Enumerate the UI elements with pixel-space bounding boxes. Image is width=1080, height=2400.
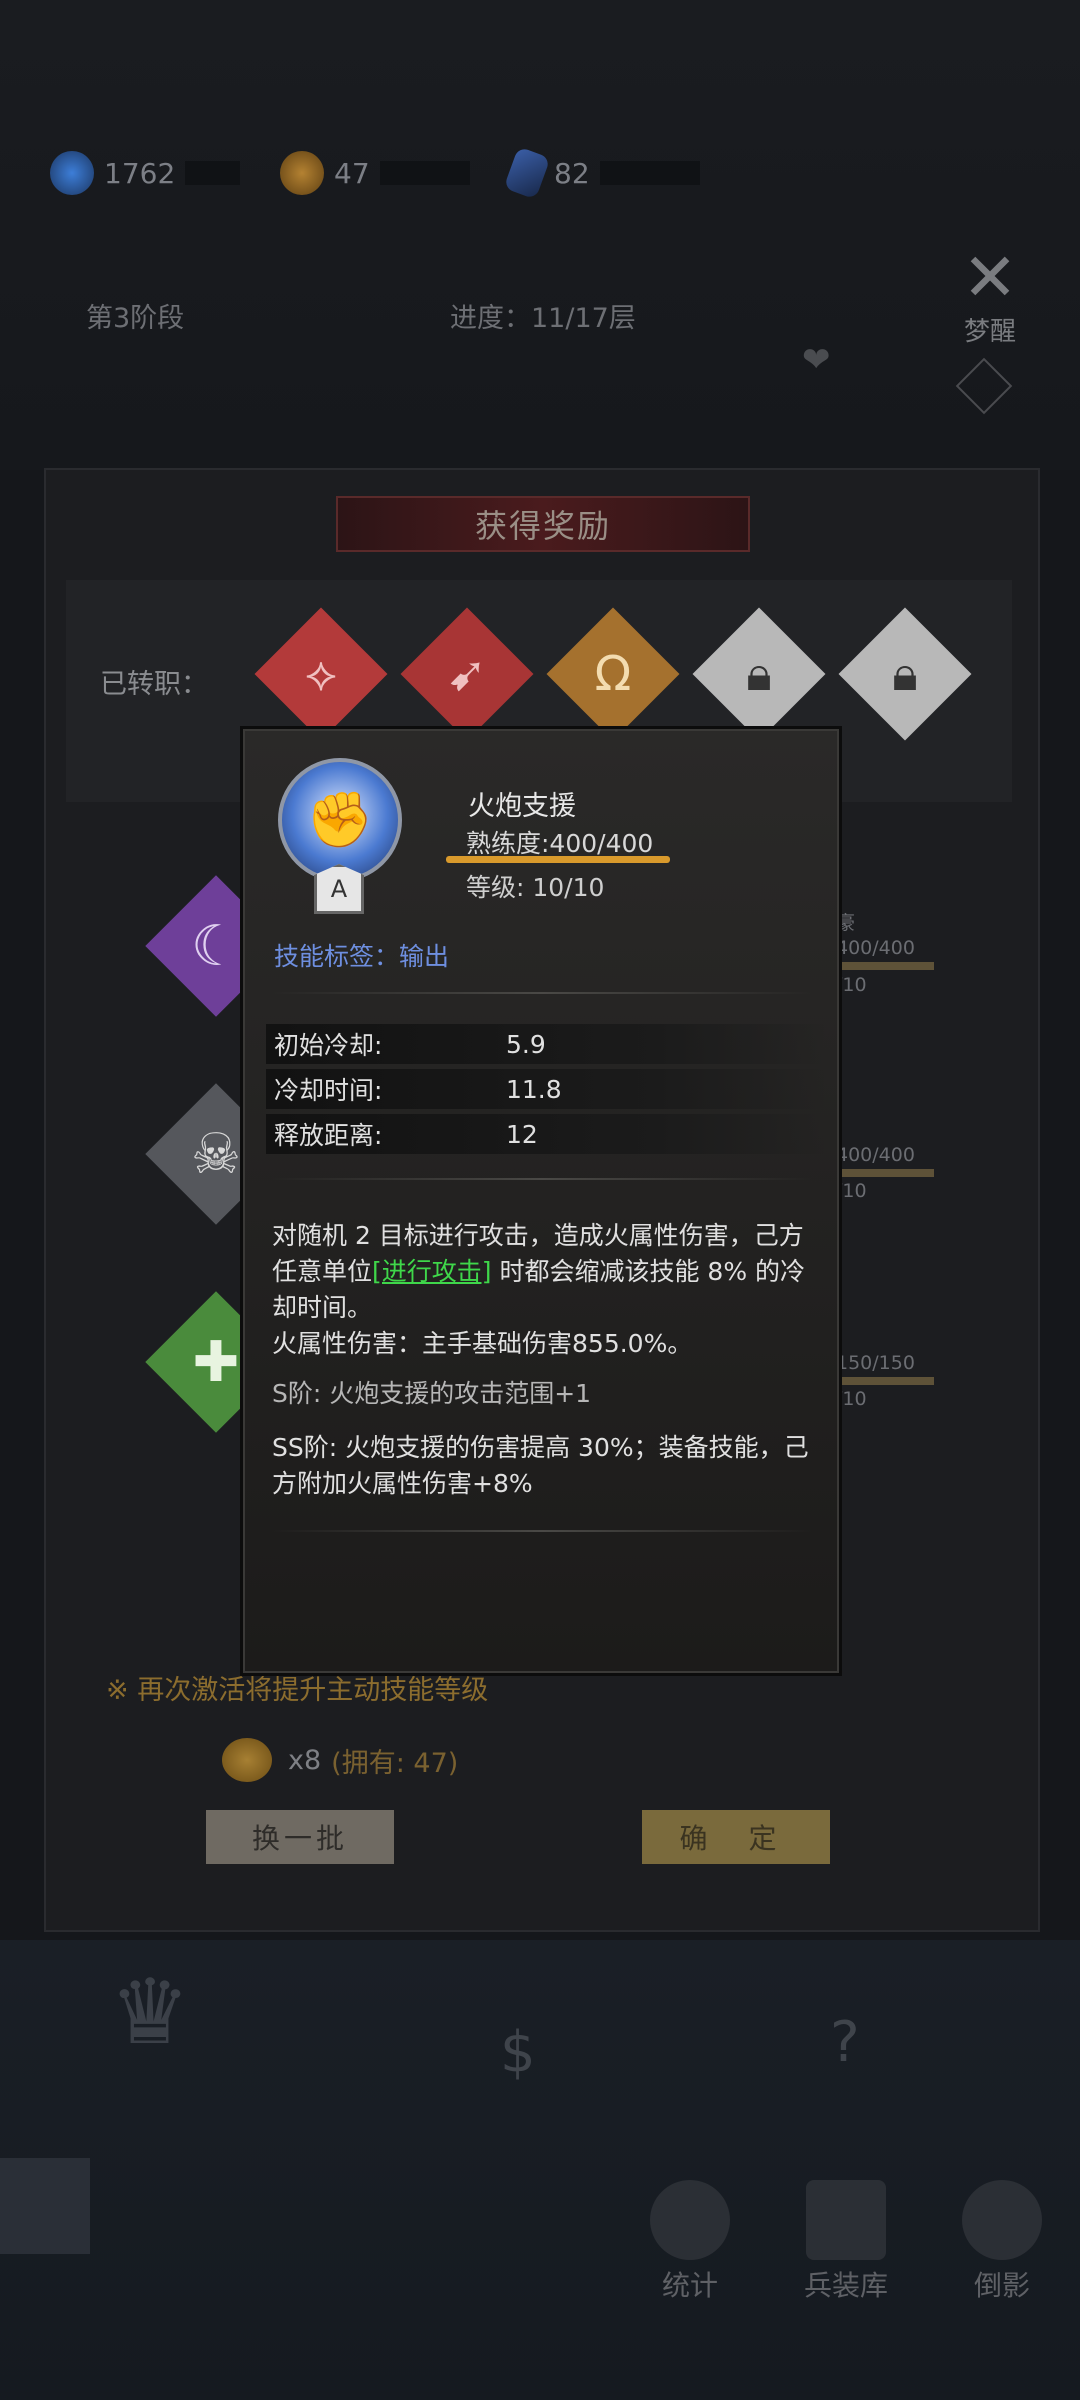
spear-icon: ⟡ <box>305 645 337 702</box>
money-bag-icon[interactable]: $ <box>500 2020 564 2090</box>
nav-shadow[interactable]: 倒影 <box>952 2180 1052 2304</box>
reward-title: 获得奖励 <box>474 507 611 545</box>
lock-icon: 🔒︎ <box>746 645 772 702</box>
crystal-shard-icon <box>503 146 551 200</box>
top-background <box>0 0 1080 470</box>
skill-proficiency: 熟练度:400/400 <box>466 829 654 858</box>
attack-keyword-link[interactable]: [进行攻击] <box>372 1257 492 1286</box>
armory-icon <box>806 2180 886 2260</box>
class-label: 已转职： <box>100 669 208 700</box>
bow-icon: ➹ <box>446 646 488 702</box>
bottom-nav: 统计 兵装库 倒影 <box>640 2180 1052 2304</box>
confirm-button[interactable]: 确 定 <box>642 1810 830 1864</box>
gem-count: 1762 <box>104 156 176 190</box>
dream-wake-button[interactable]: ✕ 梦醒 <box>940 245 1040 348</box>
class-slot-spear[interactable]: ⟡ <box>254 607 388 741</box>
stage-progress: 进度：11/17层 <box>450 303 636 334</box>
s-rank-text: S阶: 火炮支援的攻击范围+1 <box>272 1379 592 1408</box>
class-slot-locked-1[interactable]: 🔒︎ <box>692 607 826 741</box>
stage-phase: 第3阶段 <box>86 303 185 334</box>
resource-gold: 47 <box>280 150 470 196</box>
nav-armory[interactable]: 兵装库 <box>796 2180 896 2304</box>
stat-row-initial-cooldown: 初始冷却: 5.9 <box>266 1024 826 1064</box>
back-arrow-icon[interactable] <box>0 2158 90 2254</box>
gem-orb-icon <box>50 151 94 195</box>
shadow-icon <box>962 2180 1042 2260</box>
cannon-fist-icon: ✊ <box>278 758 402 882</box>
side-bar-text-1: 400/400 <box>836 937 915 959</box>
cost-owned: (拥有: 47) <box>331 1747 459 1779</box>
crystal-count: 82 <box>554 156 590 190</box>
skill-damage-text: 火属性伤害：主手基础伤害855.0%。 <box>272 1329 693 1358</box>
cost-row: x8 (拥有: 47) <box>222 1738 458 1782</box>
gold-coin-icon <box>280 151 324 195</box>
skill-icon-frame: ✊ A <box>276 758 402 914</box>
proficiency-bar <box>446 856 670 863</box>
cost-count: x8 <box>288 1744 322 1776</box>
divider <box>272 992 812 994</box>
divider <box>272 1530 812 1532</box>
side-bar-text-3: 150/150 <box>836 1352 915 1374</box>
resource-bar: 1762 47 82 <box>50 146 700 200</box>
skill-description: 对随机 2 目标进行攻击，造成火属性伤害，己方任意单位[进行攻击] 时都会缩减该… <box>272 1221 806 1358</box>
resource-crystal: 82 <box>503 146 700 200</box>
skill-tag: 技能标签：输出 <box>274 942 450 971</box>
mystery-icon[interactable]: ? <box>830 2010 900 2080</box>
reward-title-banner: 获得奖励 <box>336 496 750 552</box>
horseshoe-icon: Ω <box>594 646 632 702</box>
guild-emblem-icon[interactable]: ♛ <box>80 1960 220 2070</box>
close-x-icon: ✕ <box>962 239 1018 316</box>
gold-count: 47 <box>334 156 370 190</box>
heart-emblem-icon: ❤ <box>802 340 831 380</box>
swap-batch-button[interactable]: 换一批 <box>206 1810 394 1864</box>
resource-gems: 1762 <box>50 150 240 196</box>
nav-stats[interactable]: 统计 <box>640 2180 740 2304</box>
divider <box>272 1178 812 1180</box>
ss-rank-text: SS阶: 火炮支援的伤害提高 30%；装备技能，己方附加火属性伤害+8% <box>272 1433 809 1498</box>
stat-row-cooldown: 冷却时间: 11.8 <box>266 1069 826 1109</box>
side-bar-text-2: 400/400 <box>836 1144 915 1166</box>
class-slot-horseshoe[interactable]: Ω <box>546 607 680 741</box>
class-slot-bow[interactable]: ➹ <box>400 607 534 741</box>
class-slot-locked-2[interactable]: 🔒︎ <box>838 607 972 741</box>
stat-row-range: 释放距离: 12 <box>266 1114 826 1154</box>
stats-icon <box>650 2180 730 2260</box>
skill-name: 火炮支援 <box>468 791 576 822</box>
skill-level: 等级: 10/10 <box>466 873 605 902</box>
lock-icon: 🔒︎ <box>892 645 918 702</box>
gold-coin-icon <box>222 1738 272 1782</box>
